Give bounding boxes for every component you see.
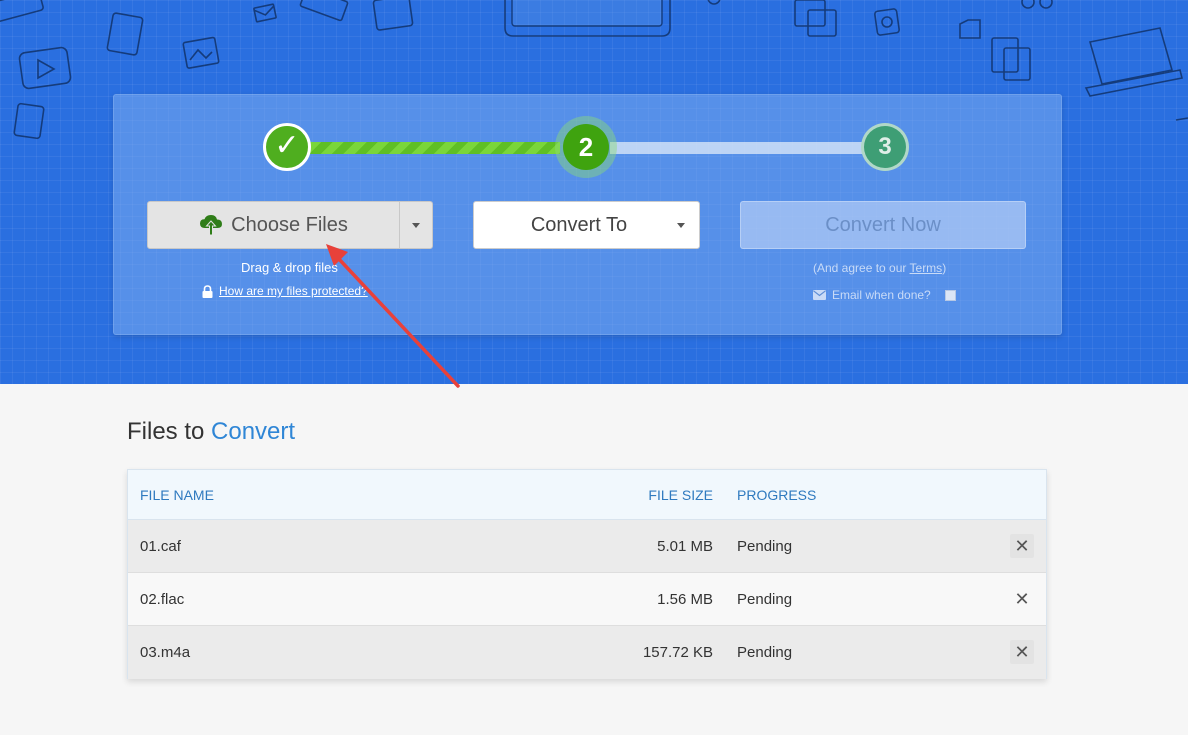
terms-link[interactable]: Terms [910, 261, 943, 275]
step-1-complete-check-icon: ✓ [263, 123, 311, 171]
files-title-prefix: Files to [127, 418, 212, 445]
envelope-icon [813, 290, 826, 300]
files-title-accent: Convert [211, 418, 296, 445]
lock-icon [202, 284, 213, 298]
agree-suffix: ) [942, 261, 947, 275]
files-protected-link[interactable]: How are my files protected? [219, 284, 368, 298]
cloud-upload-icon [200, 215, 223, 236]
file-progress: Pending [737, 538, 793, 555]
progress-track-completed [310, 142, 560, 154]
file-size: 5.01 MB [657, 538, 713, 555]
convert-to-dropdown[interactable]: Convert To [473, 201, 700, 249]
file-size: 157.72 KB [642, 644, 713, 661]
email-when-done-label: Email when done? [832, 288, 931, 302]
file-name: 03.m4a [140, 644, 191, 661]
files-table-header: FILE NAME FILE SIZE PROGRESS [128, 470, 1046, 520]
table-row: 03.m4a 157.72 KB Pending ✕ [128, 626, 1046, 679]
file-progress: Pending [737, 591, 793, 608]
email-when-done-row: Email when done? [813, 288, 956, 302]
file-size: 1.56 MB [657, 591, 713, 608]
remove-file-close-icon[interactable]: ✕ [1010, 587, 1034, 611]
hero-banner: ✓ 2 3 Choose Files Convert To Convert No… [0, 0, 1188, 384]
choose-files-button[interactable]: Choose Files [147, 201, 400, 249]
convert-now-button[interactable]: Convert Now [740, 201, 1026, 249]
caret-down-icon [677, 223, 685, 228]
email-when-done-checkbox[interactable] [944, 289, 956, 301]
column-header-file-name: FILE NAME [140, 487, 214, 503]
convert-to-label: Convert To [530, 214, 628, 236]
agree-terms-note: (And agree to our Terms) [813, 261, 946, 275]
choose-files-dropdown-toggle[interactable] [399, 201, 433, 249]
remove-file-close-icon[interactable]: ✕ [1010, 640, 1034, 664]
files-section-title: Files to Convert [127, 418, 295, 446]
file-progress: Pending [737, 644, 793, 661]
column-header-file-size: FILE SIZE [648, 487, 713, 503]
remove-file-close-icon[interactable]: ✕ [1010, 534, 1034, 558]
file-name: 01.caf [140, 538, 181, 555]
caret-down-icon [412, 222, 420, 228]
table-row: 01.caf 5.01 MB Pending ✕ [128, 520, 1046, 573]
progress-track-remaining [610, 142, 865, 154]
file-name: 02.flac [140, 591, 185, 608]
agree-prefix: (And agree to our [813, 261, 910, 275]
files-table: FILE NAME FILE SIZE PROGRESS 01.caf 5.01… [127, 469, 1047, 679]
step-3-pending: 3 [861, 123, 909, 171]
step-2-current: 2 [563, 124, 609, 170]
table-row: 02.flac 1.56 MB Pending ✕ [128, 573, 1046, 626]
column-header-progress: PROGRESS [737, 487, 817, 503]
choose-files-label: Choose Files [231, 213, 348, 236]
files-protected-row: How are my files protected? [202, 284, 368, 298]
drag-drop-note: Drag & drop files [241, 260, 338, 275]
